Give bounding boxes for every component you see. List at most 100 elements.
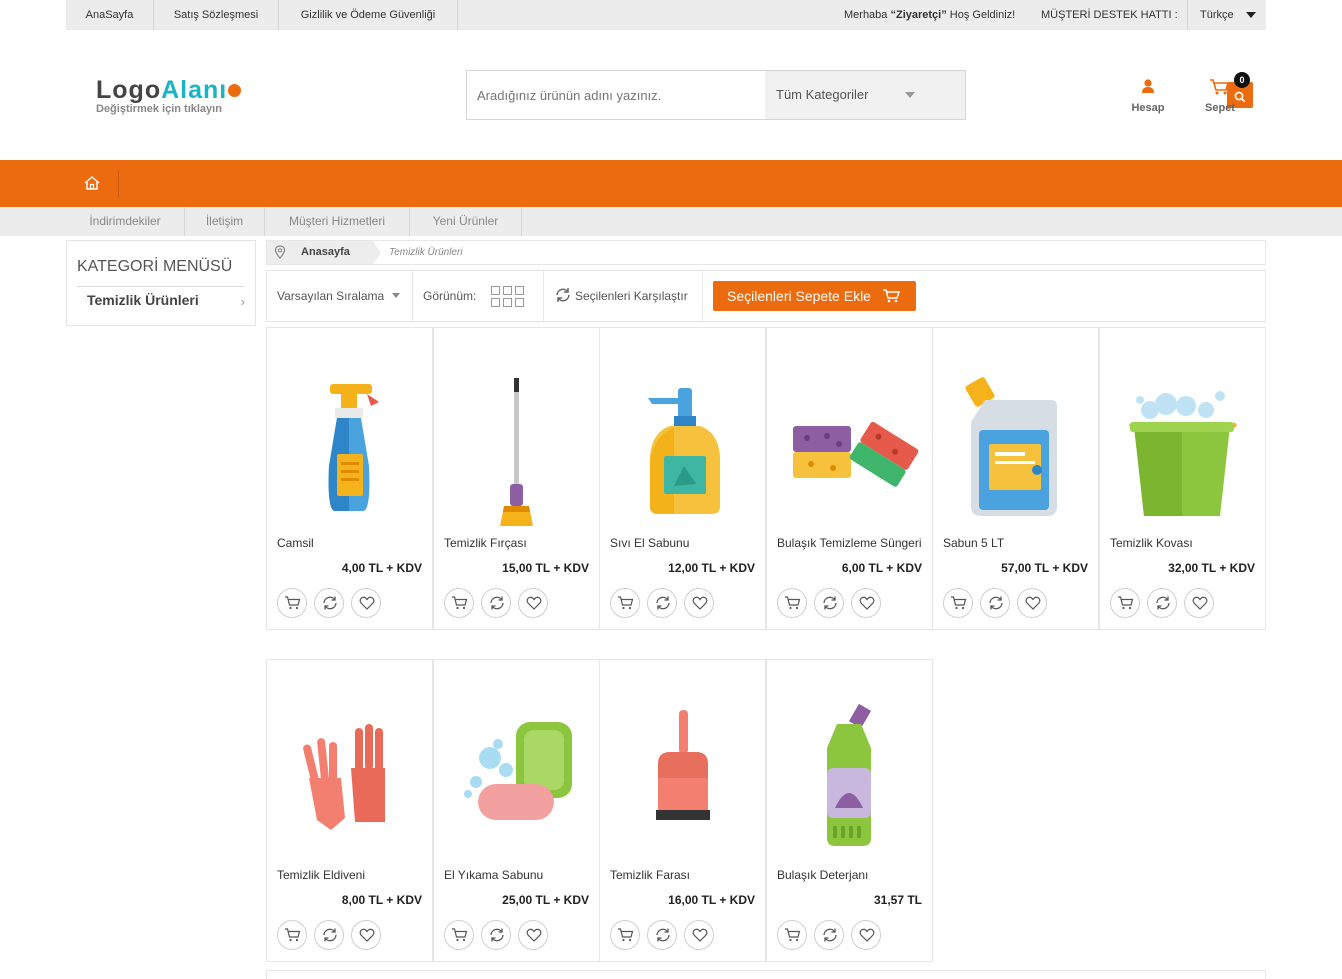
- category-menu: KATEGORİ MENÜSÜ Temizlik Ürünleri ›: [66, 240, 256, 326]
- cart-button[interactable]: 0 Sepet: [1202, 72, 1250, 114]
- add-selected-to-cart-button[interactable]: Seçilenleri Sepete Ekle: [713, 281, 916, 311]
- add-to-cart-button[interactable]: [610, 920, 640, 950]
- favorite-button[interactable]: [518, 920, 548, 950]
- product-card[interactable]: Sabun 5 LT 57,00 TL + KDV: [932, 327, 1099, 630]
- add-to-cart-button[interactable]: [277, 588, 307, 618]
- product-name[interactable]: Temizlik Eldiveni: [277, 869, 427, 882]
- top-link-sales-agreement[interactable]: Satış Sözleşmesi: [154, 0, 279, 30]
- product-card[interactable]: Temizlik Eldiveni 8,00 TL + KDV: [266, 659, 433, 962]
- account-label: Hesap: [1131, 102, 1165, 114]
- product-name[interactable]: Temizlik Farası: [610, 869, 760, 882]
- logo[interactable]: LogoAlanı Değiştirmek için tıklayın: [96, 76, 242, 115]
- user-icon: [1142, 79, 1154, 93]
- product-name[interactable]: Bulaşık Deterjanı: [777, 869, 927, 882]
- category-select[interactable]: Tüm Kategoriler: [765, 71, 1253, 119]
- compare-button[interactable]: [814, 588, 844, 618]
- compare-button[interactable]: [814, 920, 844, 950]
- favorite-button[interactable]: [351, 588, 381, 618]
- favorite-button[interactable]: [851, 588, 881, 618]
- language-select[interactable]: Türkçe: [1187, 0, 1266, 30]
- home-button[interactable]: [83, 175, 101, 196]
- soap-dispenser-icon[interactable]: [600, 366, 765, 531]
- product-name[interactable]: Sıvı El Sabunu: [610, 537, 760, 550]
- compare-button[interactable]: [1147, 588, 1177, 618]
- product-price: 4,00 TL + KDV: [341, 561, 422, 575]
- bucket-icon[interactable]: [1100, 366, 1265, 531]
- breadcrumb-current: Temizlik Ürünleri: [389, 247, 463, 258]
- product-name[interactable]: El Yıkama Sabunu: [444, 869, 594, 882]
- search-input[interactable]: [467, 71, 765, 119]
- product-card[interactable]: Temizlik Kovası 32,00 TL + KDV: [1099, 327, 1266, 630]
- dustpan-icon[interactable]: [600, 698, 765, 863]
- sponge-icon[interactable]: [767, 366, 932, 531]
- product-price: 16,00 TL + KDV: [668, 893, 755, 907]
- product-price: 8,00 TL + KDV: [341, 893, 422, 907]
- favorite-button[interactable]: [1184, 588, 1214, 618]
- account-button[interactable]: Hesap: [1130, 78, 1166, 114]
- compare-button[interactable]: [980, 588, 1010, 618]
- compare-button[interactable]: [481, 588, 511, 618]
- spray-bottle-icon[interactable]: [267, 366, 432, 531]
- top-link-privacy[interactable]: Gizlilik ve Ödeme Güvenliği: [279, 0, 458, 30]
- category-item-cleaning[interactable]: Temizlik Ürünleri: [87, 292, 199, 308]
- compare-button[interactable]: [481, 920, 511, 950]
- product-card[interactable]: Bulaşık Temizleme Süngeri 6,00 TL + KDV: [766, 327, 933, 630]
- product-card[interactable]: Sıvı El Sabunu 12,00 TL + KDV: [599, 327, 766, 630]
- compare-selected-button[interactable]: Seçilenleri Karşılaştır: [554, 271, 688, 321]
- subnav-new-products[interactable]: Yeni Ürünler: [410, 207, 522, 236]
- product-card[interactable]: El Yıkama Sabunu 25,00 TL + KDV: [433, 659, 600, 962]
- add-to-cart-button[interactable]: [444, 588, 474, 618]
- grid-view-icon[interactable]: [491, 286, 524, 307]
- compare-button[interactable]: [647, 588, 677, 618]
- product-name[interactable]: Camsil: [277, 537, 427, 550]
- compare-button[interactable]: [314, 920, 344, 950]
- sort-select[interactable]: Varsayılan Sıralama: [277, 271, 401, 321]
- favorite-button[interactable]: [851, 920, 881, 950]
- greeting-suffix: Hoş Geldiniz!: [946, 9, 1016, 21]
- caret-down-icon: [392, 293, 401, 298]
- favorite-button[interactable]: [518, 588, 548, 618]
- gloves-icon[interactable]: [267, 698, 432, 863]
- favorite-button[interactable]: [684, 920, 714, 950]
- breadcrumb: Anasayfa Temizlik Ürünleri: [266, 240, 1266, 265]
- add-to-cart-button[interactable]: [777, 920, 807, 950]
- footer-edge: [266, 970, 1266, 979]
- logo-text-part2: Alanı: [161, 76, 228, 104]
- subnav-contact[interactable]: İletişim: [185, 207, 265, 236]
- product-card[interactable]: Temizlik Fırçası 15,00 TL + KDV: [433, 327, 600, 630]
- product-card[interactable]: Bulaşık Deterjanı 31,57 TL: [766, 659, 933, 962]
- sub-nav: İndirimdekiler İletişim Müşteri Hizmetle…: [0, 207, 1342, 236]
- add-to-cart-button[interactable]: [277, 920, 307, 950]
- subnav-discounts[interactable]: İndirimdekiler: [66, 207, 185, 236]
- detergent-bottle-icon[interactable]: [767, 698, 932, 863]
- broom-icon[interactable]: [434, 366, 599, 531]
- product-card[interactable]: Temizlik Farası 16,00 TL + KDV: [599, 659, 766, 962]
- add-to-cart-button[interactable]: [777, 588, 807, 618]
- soap-bar-icon[interactable]: [434, 698, 599, 863]
- add-to-cart-button[interactable]: [943, 588, 973, 618]
- add-to-cart-button[interactable]: [444, 920, 474, 950]
- compare-button[interactable]: [314, 588, 344, 618]
- product-name[interactable]: Bulaşık Temizleme Süngeri: [777, 537, 927, 550]
- favorite-button[interactable]: [684, 588, 714, 618]
- detergent-jug-icon[interactable]: [933, 366, 1098, 531]
- product-card[interactable]: Camsil 4,00 TL + KDV: [266, 327, 433, 630]
- add-to-cart-button[interactable]: [1110, 588, 1140, 618]
- subnav-customer-service[interactable]: Müşteri Hizmetleri: [265, 207, 410, 236]
- favorite-button[interactable]: [351, 920, 381, 950]
- compare-button[interactable]: [647, 920, 677, 950]
- favorite-button[interactable]: [1017, 588, 1047, 618]
- add-to-cart-button[interactable]: [610, 588, 640, 618]
- toolbar-divider: [412, 271, 413, 321]
- breadcrumb-home[interactable]: Anasayfa: [293, 241, 373, 264]
- cart-icon: [1210, 79, 1230, 95]
- product-name[interactable]: Sabun 5 LT: [943, 537, 1093, 550]
- search-bar: Tüm Kategoriler: [466, 70, 1253, 120]
- product-price: 57,00 TL + KDV: [1001, 561, 1088, 575]
- home-icon: [84, 176, 100, 190]
- top-link-home[interactable]: AnaSayfa: [66, 0, 154, 30]
- product-name[interactable]: Temizlik Kovası: [1110, 537, 1260, 550]
- cart-count-badge: 0: [1234, 72, 1250, 88]
- product-price: 12,00 TL + KDV: [668, 561, 755, 575]
- product-name[interactable]: Temizlik Fırçası: [444, 537, 594, 550]
